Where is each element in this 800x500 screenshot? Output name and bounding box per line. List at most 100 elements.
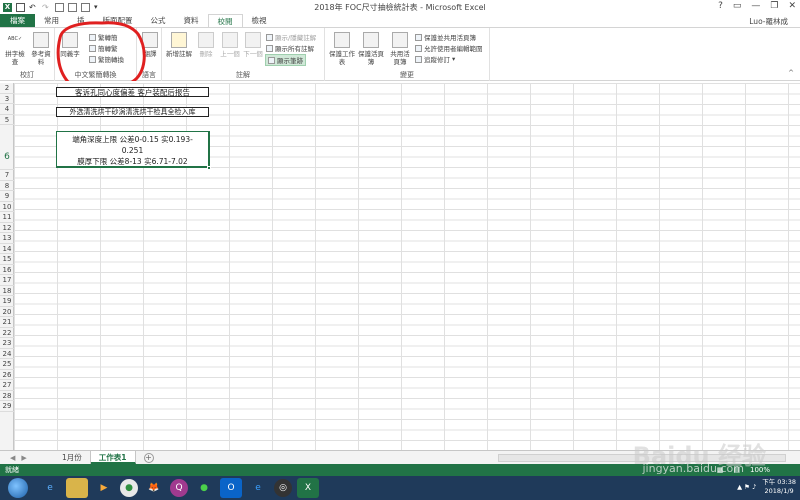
cell-row4-text[interactable]: 外选清洗烘干砂涡清洗烘干检具全检入库	[56, 107, 209, 117]
row-header[interactable]: 23	[0, 338, 14, 349]
outlook-icon[interactable]: O	[220, 478, 242, 498]
row-header[interactable]: 20	[0, 307, 14, 317]
wechat-icon[interactable]: ●	[193, 478, 215, 498]
group-label: 語言	[142, 71, 156, 79]
row-header[interactable]: 5	[0, 115, 14, 125]
edge-icon[interactable]: e	[247, 478, 269, 498]
next-comment-button[interactable]: 下一個	[242, 32, 264, 58]
prev-sheet-icon[interactable]: ◀	[10, 454, 15, 462]
show-ink-button[interactable]: 顯示筆跡	[265, 54, 306, 66]
row-header[interactable]: 27	[0, 380, 14, 391]
row-header[interactable]: 28	[0, 391, 14, 401]
thesaurus-button[interactable]: 同義字	[57, 32, 83, 58]
tab-review[interactable]: 校閱	[207, 14, 243, 27]
convert-icon	[89, 55, 96, 63]
trad-to-simp-button[interactable]: 繁轉簡	[89, 32, 118, 42]
edit-ranges-icon	[415, 44, 422, 52]
app-circle-icon[interactable]: ◎	[274, 479, 292, 497]
tab-formulas[interactable]: 公式	[142, 14, 175, 27]
add-sheet-icon[interactable]: +	[143, 452, 154, 463]
worksheet-grid[interactable]: 2 3 4 5 6 7 8 9 10 11 12 13 14 15 16 17 …	[0, 83, 800, 450]
previous-comment-button[interactable]: 上一個	[219, 32, 241, 58]
next-sheet-icon[interactable]: ▶	[21, 454, 26, 462]
protect-workbook-icon	[363, 32, 379, 48]
row-header[interactable]: 25	[0, 359, 14, 370]
tab-page-layout[interactable]: 版面配置	[94, 14, 142, 27]
ribbon-tabs: 檔案 常用 插 版面配置 公式 資料 校閱 檢視 Luo-羅林成	[0, 14, 800, 27]
spelling-button[interactable]: ABC✓ 拼字檢查	[4, 32, 26, 66]
simp-to-trad-button[interactable]: 簡轉繁	[89, 43, 118, 53]
tab-insert[interactable]: 插	[68, 14, 94, 27]
help-icon[interactable]: ?	[718, 1, 723, 11]
delete-icon	[198, 32, 214, 48]
row-header[interactable]: 26	[0, 370, 14, 380]
thesaurus-icon	[62, 32, 78, 48]
cell-row2-text[interactable]: 客诉孔同心度偏差 客户装配后报告	[56, 87, 209, 97]
row-header[interactable]: 29	[0, 401, 14, 412]
tab-data[interactable]: 資料	[175, 14, 208, 27]
ribbon-display-icon[interactable]: ▭	[733, 1, 742, 11]
protect-workbook-button[interactable]: 保護活頁簿	[356, 32, 386, 66]
share-workbook-button[interactable]: 共用活頁簿	[388, 32, 412, 66]
row-header[interactable]: 2	[0, 83, 14, 94]
spelling-icon: ABC✓	[7, 36, 23, 42]
app-q-icon[interactable]: Q	[170, 479, 188, 497]
restore-button[interactable]: ❐	[770, 1, 778, 11]
row-header[interactable]: 12	[0, 223, 14, 233]
tab-view[interactable]: 檢視	[243, 14, 276, 27]
ink-icon	[268, 56, 275, 64]
row-header[interactable]: 16	[0, 265, 14, 275]
user-name[interactable]: Luo-羅林成	[749, 16, 788, 27]
tab-file[interactable]: 檔案	[0, 14, 35, 27]
explorer-icon[interactable]	[66, 478, 88, 498]
cell-row6-selected[interactable]: 端角深度上限 公差0-0.15 实0.193- 0.251 膜厚下限 公差8-1…	[56, 131, 210, 168]
show-all-comments-button[interactable]: 顯示所有註解	[266, 43, 314, 53]
row-header[interactable]: 4	[0, 104, 14, 115]
row-header-selected[interactable]: 6	[0, 125, 14, 170]
delete-comment-button[interactable]: 刪除	[196, 32, 216, 58]
ie-icon[interactable]: e	[39, 478, 61, 498]
row-header[interactable]: 17	[0, 275, 14, 286]
row-header[interactable]: 10	[0, 202, 14, 212]
tab-home[interactable]: 常用	[35, 14, 68, 27]
row-header[interactable]: 24	[0, 349, 14, 359]
row-header[interactable]: 7	[0, 170, 14, 181]
close-button[interactable]: ✕	[788, 1, 796, 11]
tray-icons[interactable]: ▲ ⚑ ♪	[737, 483, 756, 491]
protect-share-button[interactable]: 保護並共用活頁簿	[415, 32, 476, 42]
excel-taskbar-icon[interactable]: X	[297, 478, 319, 498]
row-header[interactable]: 8	[0, 181, 14, 191]
protect-sheet-button[interactable]: 保護工作表	[329, 32, 355, 66]
row-header[interactable]: 15	[0, 254, 14, 265]
row-header[interactable]: 19	[0, 296, 14, 307]
convert-icon	[89, 33, 96, 41]
row-header[interactable]: 9	[0, 191, 14, 202]
row-header[interactable]: 18	[0, 286, 14, 296]
row-header[interactable]: 3	[0, 94, 14, 104]
window-controls: ? ▭ — ❐ ✕	[718, 1, 796, 11]
show-hide-comment-button[interactable]: 顯示/隱藏註解	[266, 32, 316, 42]
chinese-convert-button[interactable]: 繁簡轉換	[89, 54, 124, 64]
translate-button[interactable]: 翻譯	[140, 32, 160, 58]
track-changes-button[interactable]: 追蹤修訂 ▾	[415, 54, 455, 64]
collapse-ribbon-icon[interactable]: ^	[788, 69, 794, 77]
minimize-button[interactable]: —	[751, 1, 760, 11]
allow-edit-ranges-button[interactable]: 允許使用者編輯範圍	[415, 43, 483, 53]
fox-icon[interactable]: 🦊	[143, 478, 165, 498]
chrome-icon[interactable]: ●	[120, 479, 138, 497]
sheet-tab-sheet1[interactable]: 工作表1	[90, 451, 136, 464]
title-bar: X ↶ ↷ ▾ 2018年 FOC尺寸抽檢統計表 - Microsoft Exc…	[0, 0, 800, 14]
fill-handle[interactable]	[207, 166, 211, 170]
media-player-icon[interactable]: ▶	[93, 478, 115, 498]
new-comment-button[interactable]: 新增註解	[166, 32, 192, 58]
clock[interactable]: 下午 03:38 2018/1/9	[762, 478, 796, 496]
row-header[interactable]: 11	[0, 212, 14, 223]
cell-line: 端角深度上限 公差0-0.15 实0.193-	[72, 135, 193, 144]
row-header[interactable]: 21	[0, 317, 14, 328]
row-header[interactable]: 13	[0, 233, 14, 244]
sheet-tab-january[interactable]: 1月份	[54, 451, 91, 464]
row-header[interactable]: 22	[0, 328, 14, 338]
research-button[interactable]: 參考資料	[29, 32, 53, 66]
row-header[interactable]: 14	[0, 244, 14, 254]
start-button[interactable]	[8, 478, 28, 498]
